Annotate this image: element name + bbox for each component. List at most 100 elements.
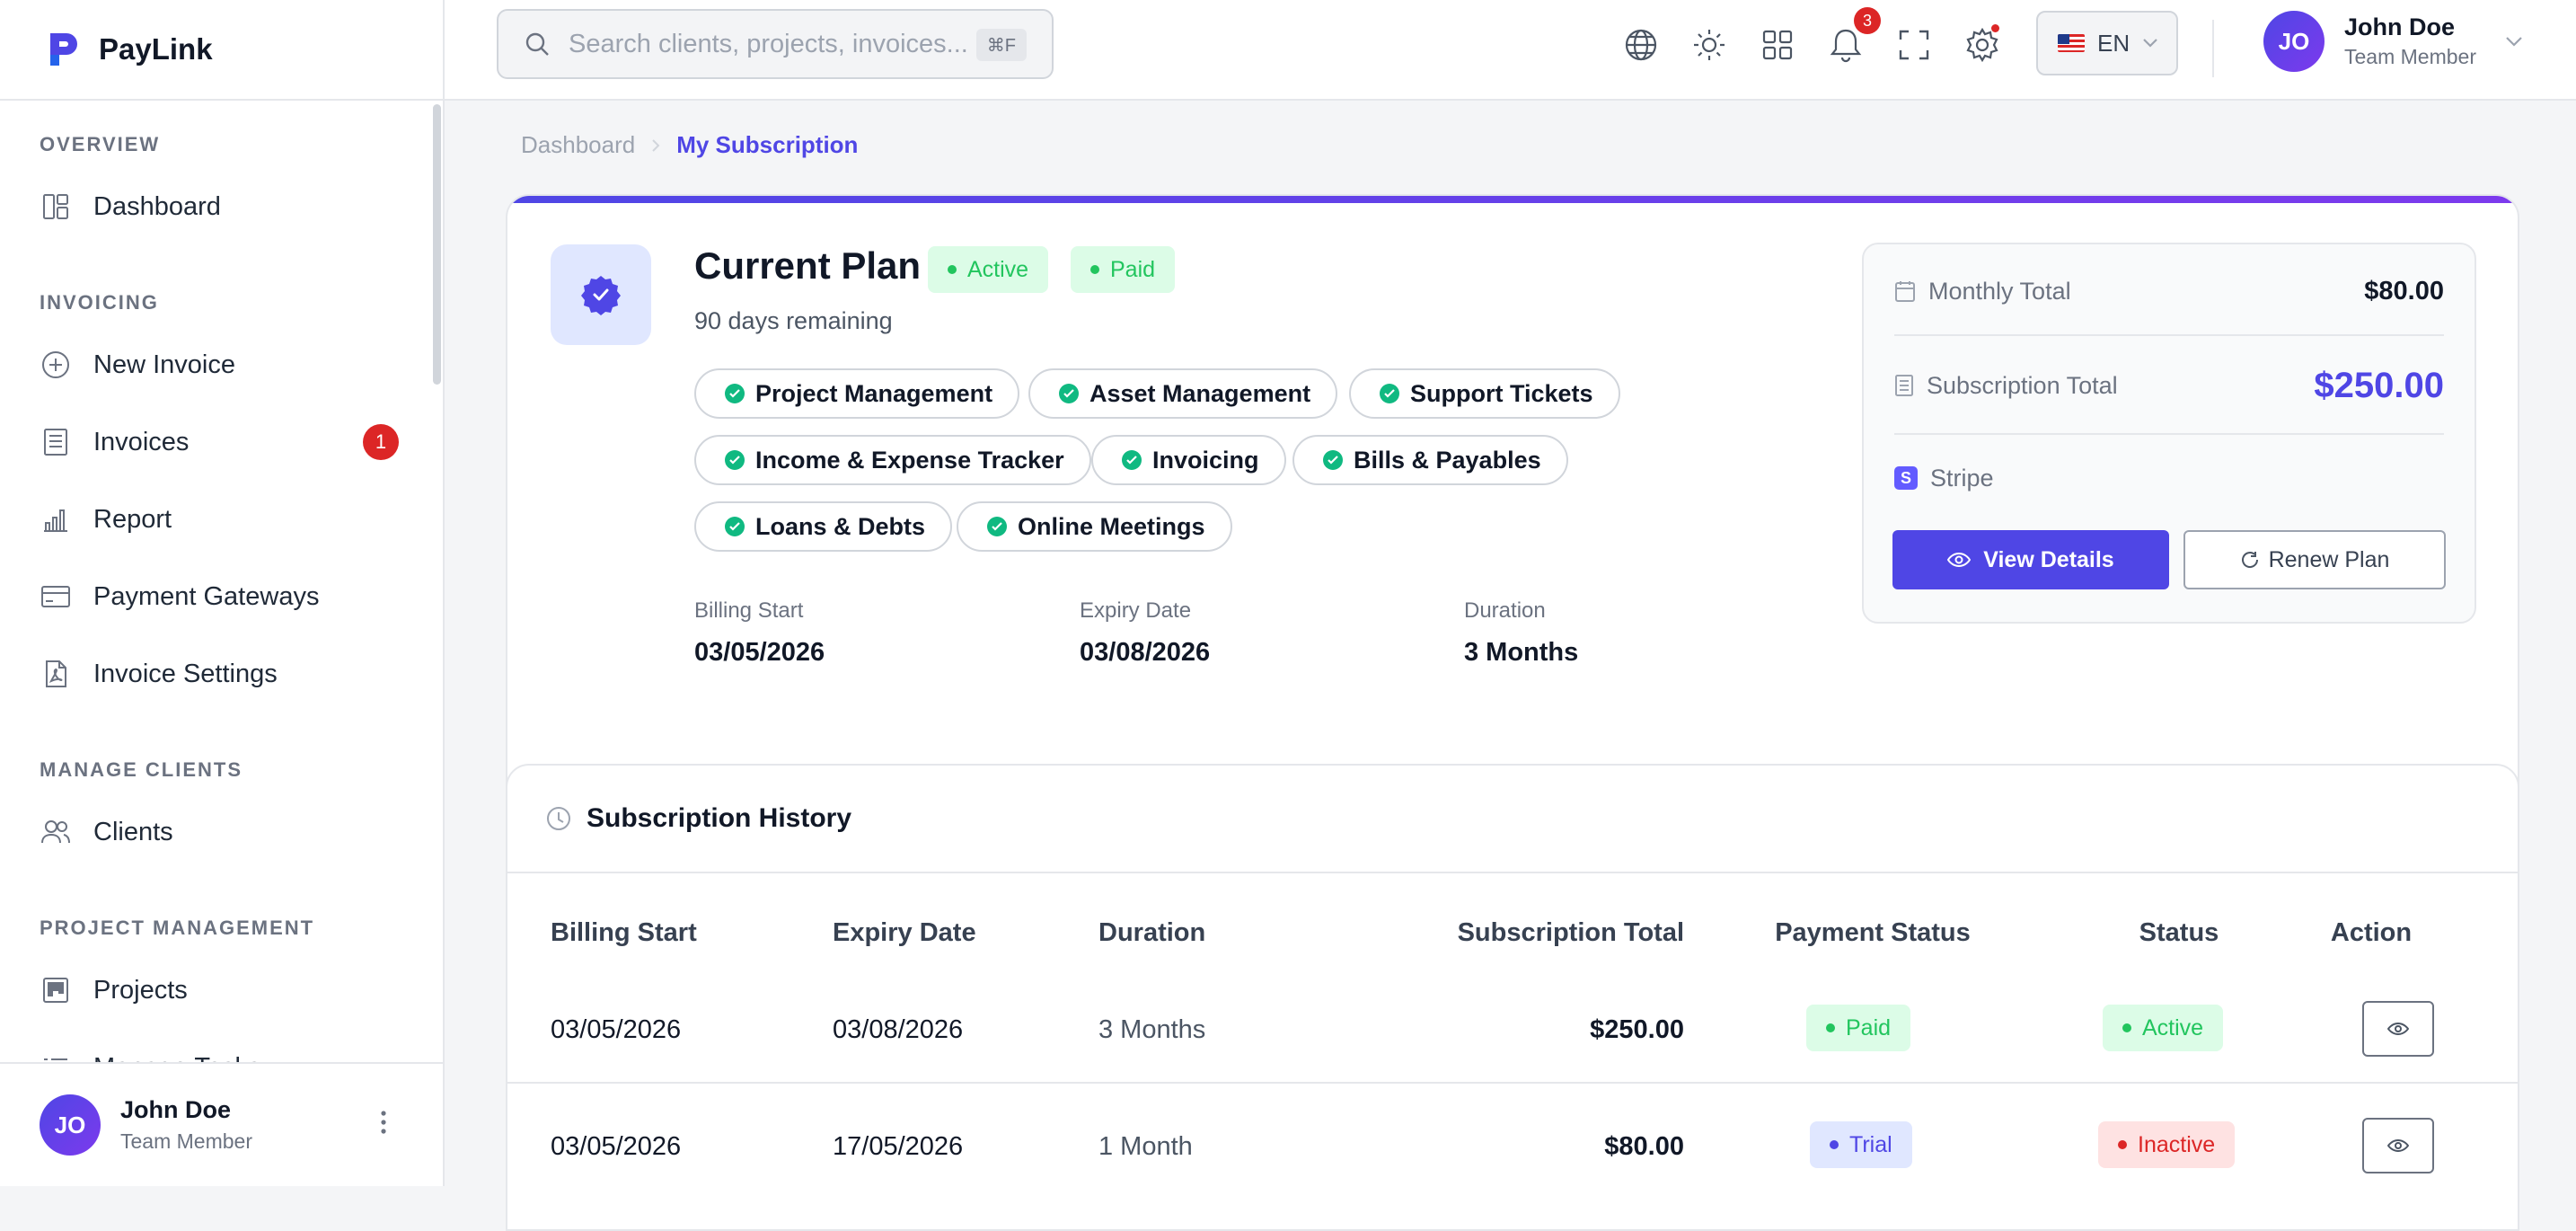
column-header-payment-status[interactable]: Payment Status — [1747, 918, 1998, 948]
monthly-total-row: Monthly Total $80.00 — [1894, 273, 2444, 309]
view-row-button[interactable] — [2362, 1118, 2434, 1173]
sidebar-item-projects[interactable]: Projects — [40, 963, 399, 1017]
eye-icon — [2387, 1138, 2409, 1153]
duration-value: 3 Months — [1464, 638, 1579, 667]
section-title-overview: OVERVIEW — [40, 133, 161, 155]
more-vertical-icon[interactable] — [380, 1111, 387, 1134]
dashboard-icon — [40, 190, 72, 223]
row-billing-start: 03/05/2026 — [551, 1132, 682, 1161]
search-icon — [525, 32, 549, 56]
sidebar-item-label: Projects — [93, 975, 188, 1005]
sun-icon[interactable] — [1689, 25, 1729, 65]
row-expiry-date: 17/05/2026 — [833, 1132, 964, 1161]
search-placeholder: Search clients, projects, invoices... — [569, 29, 968, 58]
column-header-billing-start[interactable]: Billing Start — [551, 918, 697, 948]
invoice-icon — [40, 426, 72, 458]
sidebar-scrollbar[interactable] — [433, 104, 441, 385]
search-shortcut: ⌘F — [975, 29, 1027, 61]
topbar-user-menu[interactable]: JO John Doe Team Member — [2263, 11, 2523, 72]
column-header-subscription-total[interactable]: Subscription Total — [1406, 918, 1684, 948]
feature-tag: Online Meetings — [957, 501, 1232, 552]
globe-icon[interactable] — [1621, 25, 1661, 65]
topbar-user-role: Team Member — [2344, 45, 2476, 68]
sidebar-item-label: Invoices — [93, 427, 190, 456]
feature-tag: Support Tickets — [1349, 368, 1620, 419]
view-row-button[interactable] — [2362, 1001, 2434, 1057]
sidebar-user-role: Team Member — [120, 1129, 252, 1153]
eye-icon — [1947, 552, 1972, 568]
billing-start-value: 03/05/2026 — [694, 638, 825, 667]
invoices-count-badge: 1 — [363, 424, 399, 460]
eye-icon — [2387, 1022, 2409, 1036]
avatar: JO — [2263, 11, 2325, 72]
language-code: EN — [2097, 29, 2130, 57]
fullscreen-icon[interactable] — [1894, 25, 1934, 65]
tasks-icon — [40, 1051, 72, 1062]
sidebar-item-invoices[interactable]: Invoices 1 — [40, 415, 399, 469]
expiry-date-label: Expiry Date — [1080, 598, 1192, 623]
feature-tag: Loans & Debts — [694, 501, 953, 552]
receipt-icon — [1895, 375, 1913, 396]
row-duration: 1 Month — [1098, 1132, 1193, 1161]
payment-gateway-name: Stripe — [1930, 464, 1994, 492]
plan-title: Current Plan — [694, 244, 922, 287]
history-header: Subscription History — [507, 766, 2518, 873]
sidebar-item-payment-gateways[interactable]: Payment Gateways — [40, 570, 399, 624]
apps-grid-icon[interactable] — [1758, 25, 1797, 65]
sidebar-item-new-invoice[interactable]: New Invoice — [40, 338, 399, 392]
refresh-icon — [2241, 552, 2258, 568]
plan-accent-bar — [507, 196, 2518, 203]
column-header-expiry-date[interactable]: Expiry Date — [833, 918, 976, 948]
sidebar-item-dashboard[interactable]: Dashboard — [40, 180, 399, 234]
row-status-badge: Inactive — [2098, 1121, 2236, 1168]
search-input[interactable]: Search clients, projects, invoices... ⌘F — [497, 9, 1054, 79]
history-title: Subscription History — [587, 803, 852, 833]
kanban-icon — [40, 974, 72, 1006]
row-payment-status-badge: Trial — [1810, 1121, 1912, 1168]
column-header-status[interactable]: Status — [2053, 918, 2305, 948]
sidebar-item-invoice-settings[interactable]: Invoice Settings — [40, 647, 399, 701]
summary-divider — [1894, 334, 2444, 336]
sidebar-item-label: New Invoice — [93, 350, 235, 379]
row-expiry-date: 03/08/2026 — [833, 1015, 964, 1044]
sidebar-item-report[interactable]: Report — [40, 492, 399, 546]
topbar-user-name: John Doe — [2344, 13, 2456, 40]
payment-gateway-row: S Stripe — [1894, 460, 2444, 496]
breadcrumb-current: My Subscription — [676, 131, 859, 158]
sidebar-item-manage-tasks[interactable]: Manage Tasks — [40, 1041, 399, 1062]
sidebar: PayLink OVERVIEW Dashboard INVOICING New… — [0, 0, 445, 1186]
row-status-badge: Active — [2103, 1005, 2224, 1051]
sidebar-item-clients[interactable]: Clients — [40, 805, 399, 859]
chevron-down-icon — [2506, 37, 2522, 47]
check-circle-icon — [1122, 450, 1142, 470]
view-details-button[interactable]: View Details — [1892, 530, 2169, 589]
avatar: JO — [40, 1094, 101, 1156]
breadcrumb: Dashboard My Subscription — [521, 131, 858, 159]
renew-plan-button[interactable]: Renew Plan — [2183, 530, 2446, 589]
row-duration: 3 Months — [1098, 1015, 1206, 1044]
credit-card-icon — [40, 580, 72, 613]
feature-tag: Income & Expense Tracker — [694, 435, 1091, 485]
sidebar-item-label: Invoice Settings — [93, 659, 278, 688]
sidebar-user-card[interactable]: JO John Doe Team Member — [0, 1062, 443, 1186]
subscription-total-value: $250.00 — [2314, 365, 2444, 405]
chevron-right-icon — [652, 138, 660, 152]
sidebar-item-label: Report — [93, 504, 172, 534]
subscription-total-label: Subscription Total — [1927, 371, 2118, 399]
chevron-down-icon — [2143, 39, 2157, 48]
section-title-invoicing: INVOICING — [40, 291, 159, 314]
brand[interactable]: PayLink — [0, 0, 443, 101]
paylink-logo-icon — [50, 33, 77, 66]
check-circle-icon — [1323, 450, 1343, 470]
verified-badge-icon — [551, 244, 651, 345]
language-select[interactable]: EN — [2036, 11, 2178, 75]
column-header-action: Action — [2330, 918, 2413, 947]
topbar-divider — [2212, 20, 2214, 77]
plan-payment-badge: Paid — [1071, 246, 1176, 293]
days-remaining: 90 days remaining — [694, 307, 893, 334]
sidebar-item-label: Clients — [93, 817, 173, 846]
breadcrumb-dashboard-link[interactable]: Dashboard — [521, 131, 635, 159]
check-circle-icon — [1380, 384, 1399, 403]
column-header-duration[interactable]: Duration — [1098, 918, 1205, 948]
us-flag-icon — [2058, 34, 2085, 52]
